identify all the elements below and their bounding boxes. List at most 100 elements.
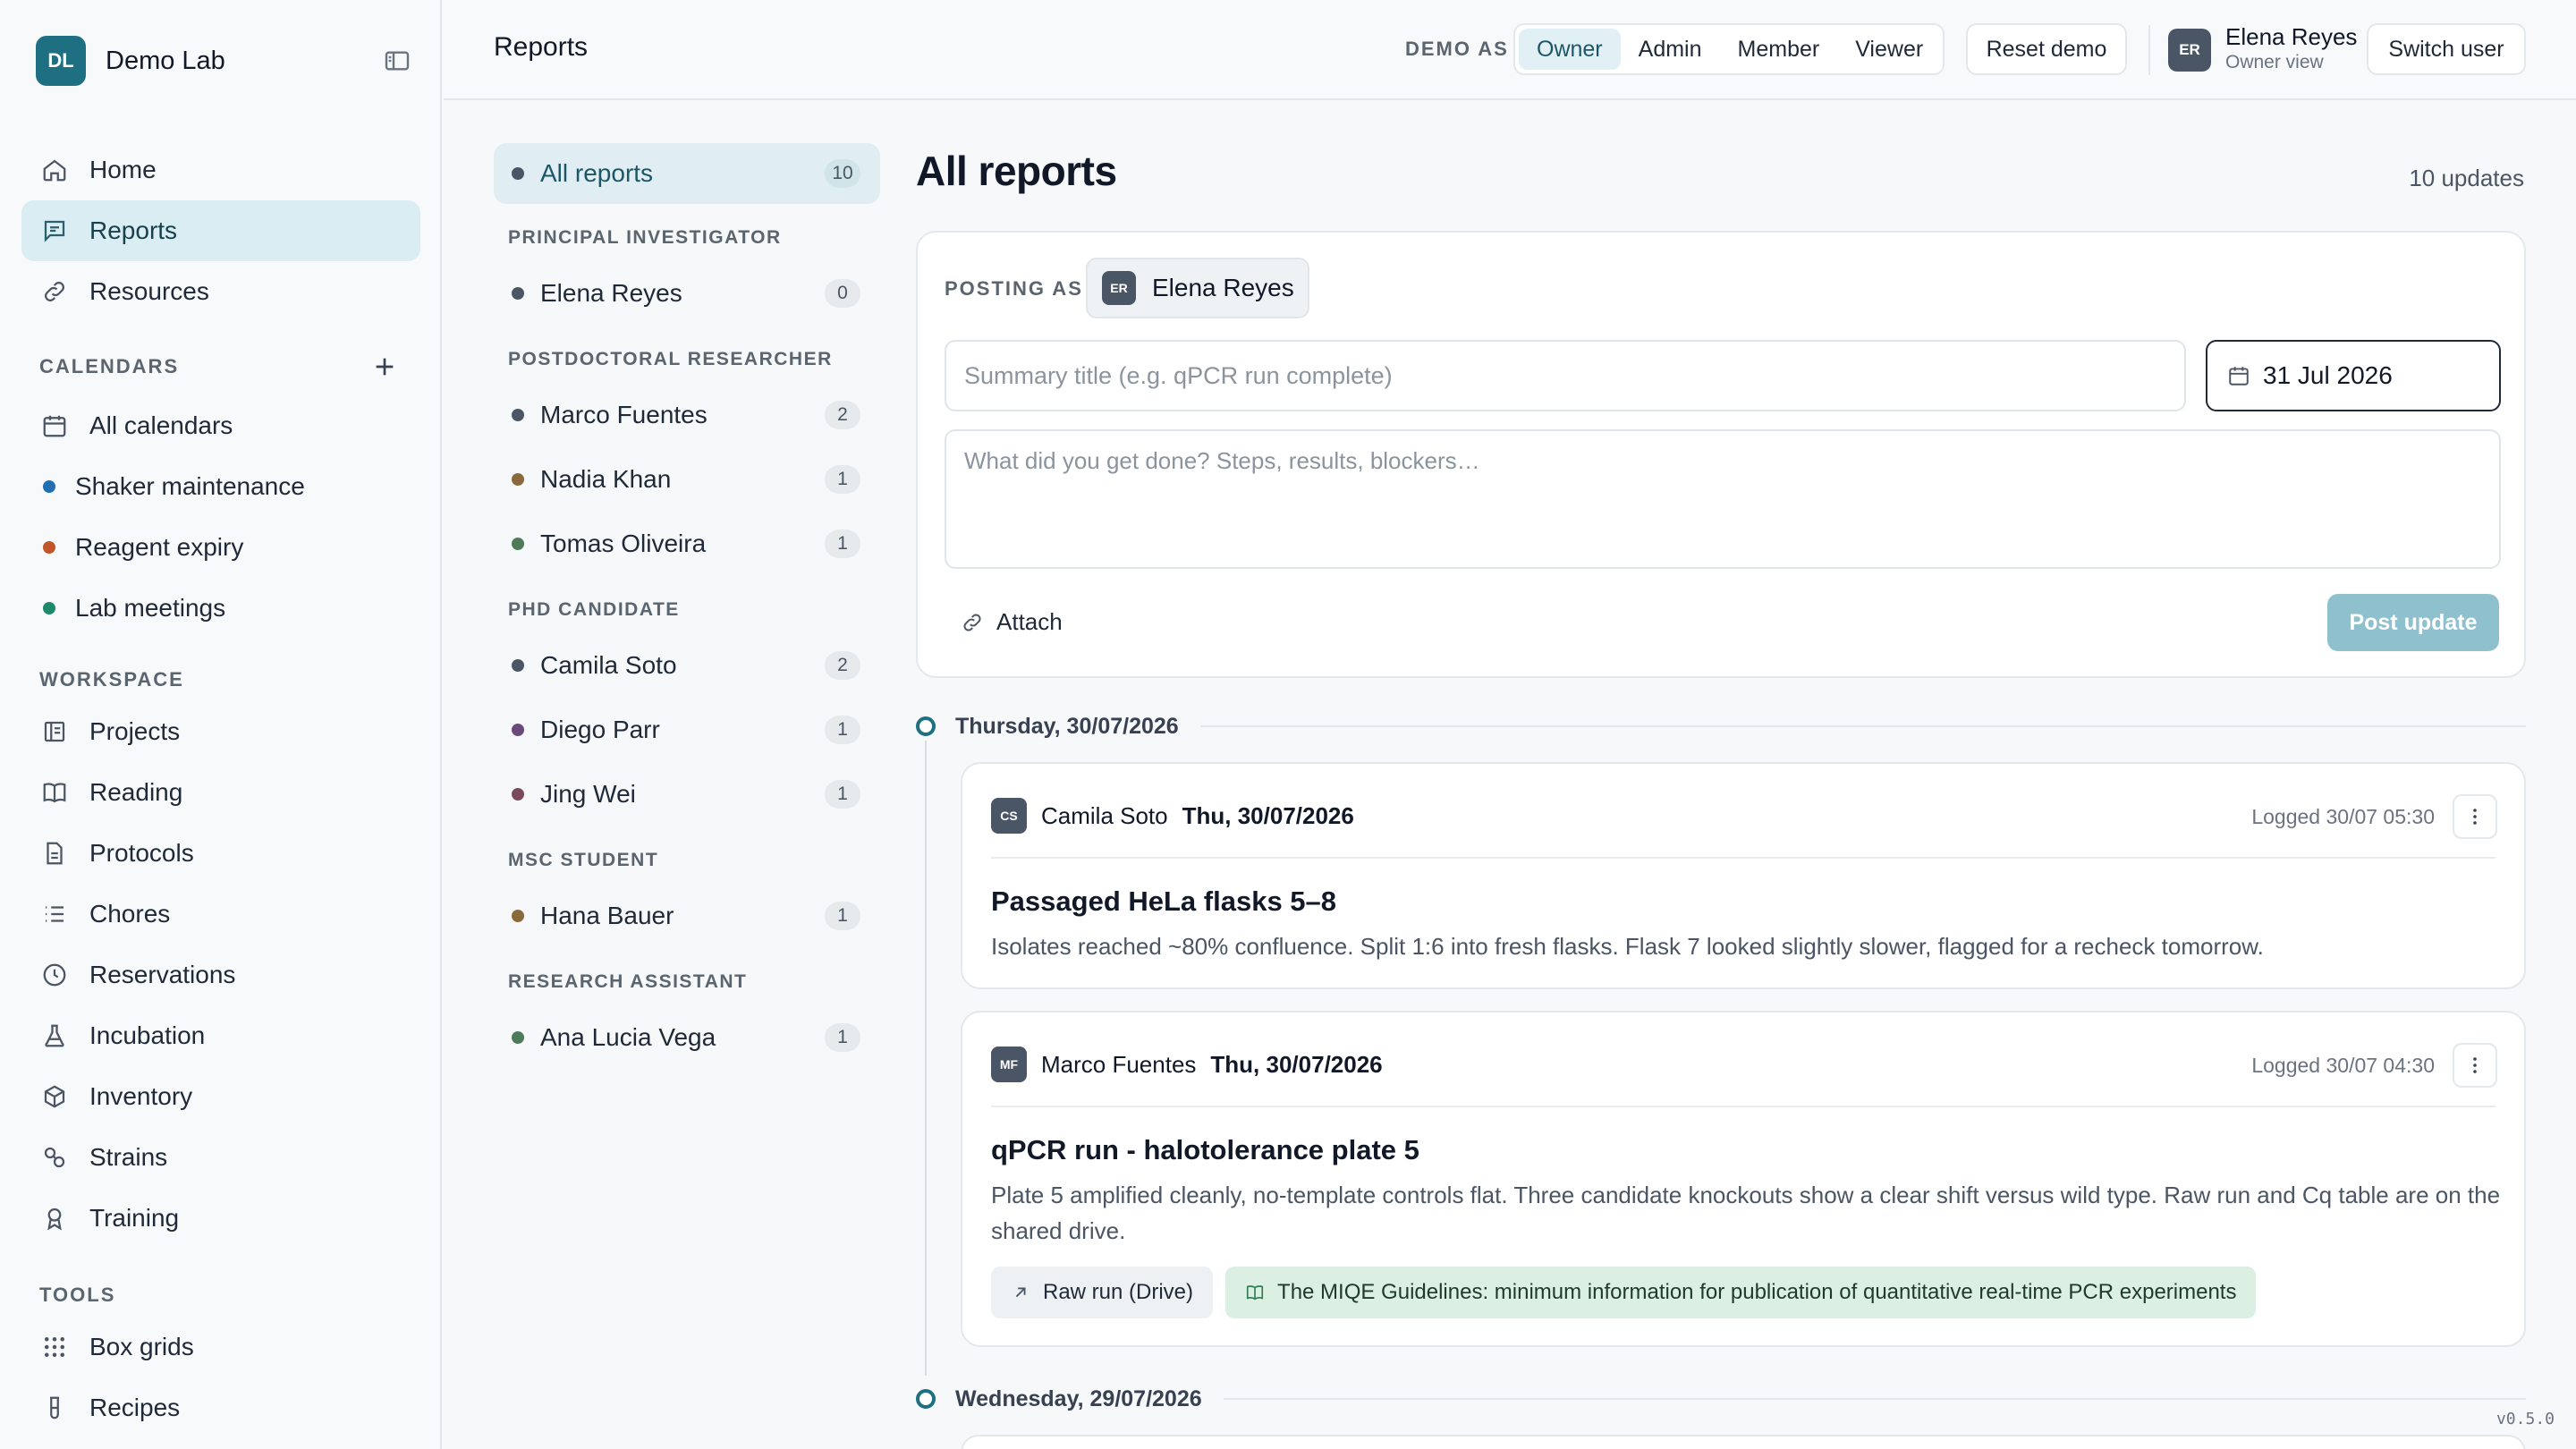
book-icon — [1246, 1285, 1264, 1301]
filter-dot — [512, 910, 524, 922]
role-admin-button[interactable]: Admin — [1621, 29, 1720, 70]
filter-person[interactable]: Elena Reyes 0 — [494, 261, 880, 326]
add-calendar-icon[interactable] — [370, 352, 399, 381]
sidebar-item-label: Lab meetings — [75, 594, 226, 622]
report-date: Thu, 30/07/2026 — [1182, 801, 1354, 829]
filter-person[interactable]: Hana Bauer 1 — [494, 884, 880, 948]
sidebar-item-lab-meetings[interactable]: Lab meetings — [21, 578, 420, 639]
attach-label: Attach — [996, 608, 1063, 635]
sidebar-item-incubation[interactable]: Incubation — [21, 1005, 420, 1066]
filter-person[interactable]: Camila Soto 2 — [494, 633, 880, 698]
attachments: Raw run (Drive) The MIQE Guidelines: min… — [991, 1267, 2268, 1318]
sidebar-item-recipes[interactable]: Recipes — [21, 1377, 420, 1438]
report-author[interactable]: Camila Soto — [1041, 802, 1168, 830]
report-header: MF Marco Fuentes Thu, 30/07/2026 — [991, 1046, 1383, 1082]
avatar: CS — [991, 798, 1027, 834]
sidebar-item-label: Chores — [89, 900, 171, 928]
sidebar-item-reports[interactable]: Reports — [21, 200, 420, 261]
sidebar-item-all-calendars[interactable]: All calendars — [21, 395, 420, 456]
calendar-color-dot — [43, 602, 55, 614]
logged-timestamp: Logged 30/07 04:30 — [2251, 1054, 2435, 1077]
switch-user-button[interactable]: Switch user — [2367, 23, 2526, 75]
box-icon — [41, 1083, 68, 1110]
filter-label: Marco Fuentes — [540, 401, 708, 428]
sidebar-item-chores[interactable]: Chores — [21, 884, 420, 945]
page-title: Reports — [494, 32, 589, 62]
sidebar-toggle-icon[interactable] — [383, 47, 411, 75]
report-filter: All reports 10 PRINCIPAL INVESTIGATOR El… — [494, 143, 880, 1070]
reset-demo-button[interactable]: Reset demo — [1966, 23, 2127, 75]
filter-dot — [512, 167, 524, 180]
demo-as-label: DEMO AS — [1405, 38, 1509, 60]
filter-dot — [512, 287, 524, 300]
main-title: All reports — [916, 148, 1117, 194]
sidebar-item-label: Training — [89, 1204, 180, 1232]
section-label-tools: TOOLS — [39, 1284, 116, 1306]
sidebar-item-label: Reservations — [89, 961, 236, 988]
divider — [1223, 1398, 2526, 1400]
group-label: RESEARCH ASSISTANT — [508, 971, 748, 992]
report-body-input[interactable] — [945, 429, 2501, 569]
filter-dot — [512, 788, 524, 801]
more-options-icon[interactable] — [2453, 1043, 2497, 1088]
report-card — [961, 1435, 2526, 1449]
filter-label: Tomas Oliveira — [540, 530, 707, 557]
sidebar-item-label: Protocols — [89, 839, 194, 867]
current-user-name: Elena Reyes — [2225, 23, 2358, 50]
projects-icon — [41, 718, 68, 745]
posting-as-label: POSTING AS — [945, 277, 1083, 300]
sidebar-item-box-grids[interactable]: Box grids — [21, 1317, 420, 1377]
sidebar-item-inventory[interactable]: Inventory — [21, 1066, 420, 1127]
role-viewer-button[interactable]: Viewer — [1837, 29, 1941, 70]
avatar: ER — [1102, 271, 1136, 305]
sidebar-item-reading[interactable]: Reading — [21, 762, 420, 823]
date-picker[interactable]: 31 Jul 2026 — [2206, 340, 2501, 411]
sidebar-item-projects[interactable]: Projects — [21, 701, 420, 762]
sidebar-item-label: Reports — [89, 216, 178, 244]
filter-label: Nadia Khan — [540, 465, 672, 493]
sidebar-item-strains[interactable]: Strains — [21, 1127, 420, 1188]
sidebar-item-label: Inventory — [89, 1082, 193, 1110]
report-title: Passaged HeLa flasks 5–8 — [991, 886, 1337, 917]
filter-dot — [512, 409, 524, 421]
sidebar-item-label: Reagent expiry — [75, 533, 244, 561]
report-author[interactable]: Marco Fuentes — [1041, 1051, 1196, 1079]
group-label: POSTDOCTORAL RESEARCHER — [508, 349, 833, 369]
sidebar-item-home[interactable]: Home — [21, 140, 420, 200]
sidebar-item-shaker-maintenance[interactable]: Shaker maintenance — [21, 456, 420, 517]
sidebar-item-resources[interactable]: Resources — [21, 261, 420, 322]
filter-person[interactable]: Marco Fuentes 2 — [494, 383, 880, 447]
sidebar-item-reagent-expiry[interactable]: Reagent expiry — [21, 517, 420, 578]
reading-link[interactable]: The MIQE Guidelines: minimum information… — [1225, 1267, 2257, 1318]
summary-title-input[interactable] — [945, 340, 2186, 411]
brand-name: Demo Lab — [106, 46, 225, 75]
strains-icon — [41, 1144, 68, 1171]
divider — [1199, 725, 2526, 727]
role-owner-button[interactable]: Owner — [1519, 29, 1621, 70]
filter-person[interactable]: Jing Wei 1 — [494, 762, 880, 826]
poster-chip[interactable]: ER Elena Reyes — [1086, 258, 1309, 318]
filter-label: All reports — [540, 159, 654, 187]
attachment-link[interactable]: Raw run (Drive) — [991, 1267, 1214, 1318]
timeline-line — [925, 741, 927, 1376]
divider — [991, 857, 2496, 859]
more-options-icon[interactable] — [2453, 794, 2497, 839]
date-value: 31 Jul 2026 — [2263, 361, 2393, 389]
sidebar-item-protocols[interactable]: Protocols — [21, 823, 420, 884]
timeline-marker — [916, 1389, 936, 1409]
filter-person[interactable]: Diego Parr 1 — [494, 698, 880, 762]
role-member-button[interactable]: Member — [1720, 29, 1838, 70]
filter-person[interactable]: Tomas Oliveira 1 — [494, 512, 880, 576]
sidebar-item-reservations[interactable]: Reservations — [21, 945, 420, 1005]
sidebar-item-label: All calendars — [89, 411, 233, 439]
timeline-marker — [916, 716, 936, 736]
report-date: Thu, 30/07/2026 — [1210, 1050, 1383, 1078]
filter-all-reports[interactable]: All reports 10 — [494, 143, 880, 204]
report-card: CS Camila Soto Thu, 30/07/2026 Logged 30… — [961, 762, 2526, 989]
attach-button[interactable]: Attach — [961, 608, 1063, 636]
post-update-button[interactable]: Post update — [2327, 594, 2499, 651]
filter-person[interactable]: Nadia Khan 1 — [494, 447, 880, 512]
sidebar-item-training[interactable]: Training — [21, 1188, 420, 1249]
filter-person[interactable]: Ana Lucia Vega 1 — [494, 1005, 880, 1070]
count-badge: 1 — [825, 780, 860, 809]
